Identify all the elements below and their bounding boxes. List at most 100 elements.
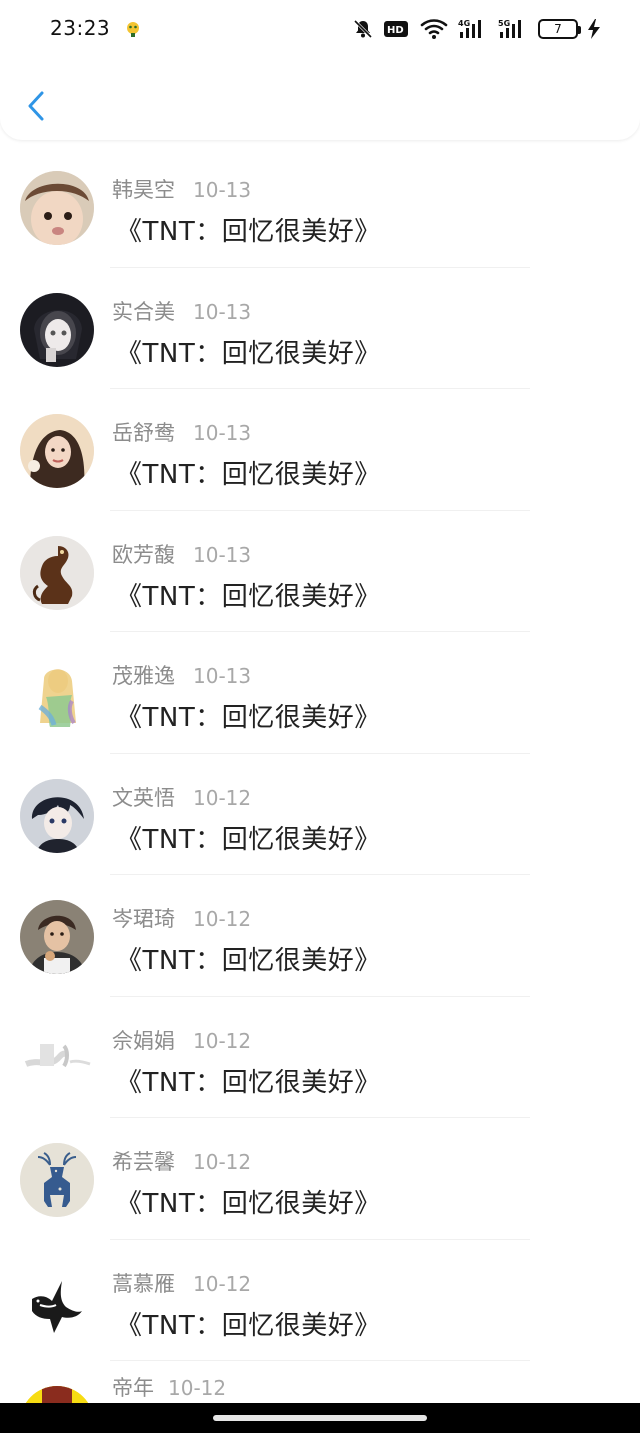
item-meta: 岳舒鸯 10-13 (112, 417, 251, 447)
signal-5g-icon: 5G (498, 19, 521, 38)
list-item[interactable]: 佘娟娟 10-12 《TNT：回忆很美好》 (0, 995, 640, 1118)
user-name[interactable]: 蒿慕雁 (112, 1268, 175, 1298)
boy-photo-avatar-icon (20, 900, 94, 974)
user-name[interactable]: 韩昊空 (112, 174, 175, 204)
item-meta: 岑珺琦 10-12 (112, 903, 251, 933)
item-title[interactable]: 《TNT：回忆很美好》 (116, 940, 381, 977)
avatar[interactable] (20, 900, 94, 974)
list-item[interactable]: 文英悟 10-12 《TNT：回忆很美好》 (0, 752, 640, 875)
svg-text:4G: 4G (458, 19, 470, 28)
header: 23:23 HD 4G 5G 7 (0, 0, 640, 140)
back-button[interactable] (20, 86, 52, 126)
status-bar: 23:23 HD 4G 5G 7 (0, 0, 640, 56)
list-item[interactable]: 实合美 10-13 《TNT：回忆很美好》 (0, 266, 640, 389)
item-date: 10-12 (193, 1028, 252, 1053)
item-meta: 佘娟娟 10-12 (112, 1025, 251, 1055)
item-meta: 实合美 10-13 (112, 296, 251, 326)
divider (110, 1117, 530, 1118)
user-name[interactable]: 实合美 (112, 296, 175, 326)
item-date: 10-13 (193, 178, 252, 202)
swallow-avatar-icon (20, 1264, 94, 1339)
charging-icon (588, 19, 600, 39)
user-name[interactable]: 帝年 (112, 1372, 154, 1402)
avatar[interactable] (20, 171, 94, 245)
item-title[interactable]: 《TNT：回忆很美好》 (116, 1305, 381, 1342)
battery-icon: 7 (538, 19, 581, 39)
divider (110, 995, 530, 997)
item-meta: 欧芳馥 10-13 (112, 539, 251, 569)
message-list: 韩昊空 10-13 《TNT：回忆很美好》 实合美 10-13 《TNT：回忆很… (0, 145, 640, 1433)
item-title[interactable]: 《TNT：回忆很美好》 (116, 454, 381, 491)
item-date: 10-12 (193, 1150, 252, 1174)
anime-girl-avatar-icon (20, 292, 94, 367)
user-name[interactable]: 茂雅逸 (112, 660, 175, 690)
list-item[interactable]: 希芸馨 10-12 《TNT：回忆很美好》 (0, 1117, 640, 1239)
list-item[interactable]: 欧芳馥 10-13 《TNT：回忆很美好》 (0, 509, 640, 632)
avatar[interactable] (20, 535, 94, 610)
status-icons: HD 4G 5G 7 (352, 16, 600, 42)
battery-level: 7 (554, 22, 562, 36)
avatar[interactable] (20, 414, 94, 488)
avatar[interactable] (20, 1021, 94, 1096)
chevron-left-icon (28, 91, 44, 121)
item-meta: 茂雅逸 10-13 (112, 660, 251, 690)
item-meta: 蒿慕雁 10-12 (112, 1268, 251, 1298)
divider (110, 266, 530, 268)
item-date: 10-13 (193, 299, 252, 324)
divider (110, 1238, 530, 1240)
screen: 23:23 HD 4G 5G 7 韩昊空 10-13 《TNT：回忆很美好》 实… (0, 0, 640, 1433)
avatar[interactable] (20, 1143, 94, 1217)
divider (110, 509, 530, 511)
user-name[interactable]: 岳舒鸯 (112, 417, 175, 447)
item-title[interactable]: 《TNT：回忆很美好》 (116, 819, 381, 856)
user-name[interactable]: 欧芳馥 (112, 539, 175, 569)
item-title[interactable]: 《TNT：回忆很美好》 (116, 697, 381, 734)
item-title[interactable]: 《TNT：回忆很美好》 (116, 1062, 381, 1099)
item-title[interactable]: 《TNT：回忆很美好》 (116, 576, 381, 613)
watercolor-girl-avatar-icon (20, 657, 94, 731)
deer-avatar-icon (20, 1143, 94, 1217)
app-notification-icon (127, 22, 139, 37)
divider (110, 631, 530, 632)
user-name[interactable]: 希芸馨 (112, 1146, 175, 1176)
girl-portrait-avatar-icon (20, 414, 94, 488)
item-title[interactable]: 《TNT：回忆很美好》 (116, 1183, 381, 1220)
svg-text:5G: 5G (498, 19, 510, 28)
item-title[interactable]: 《TNT：回忆很美好》 (116, 211, 381, 248)
list-item[interactable]: 茂雅逸 10-13 《TNT：回忆很美好》 (0, 631, 640, 753)
item-meta: 希芸馨 10-12 (112, 1146, 251, 1176)
list-item[interactable]: 韩昊空 10-13 《TNT：回忆很美好》 (0, 145, 640, 267)
user-name[interactable]: 佘娟娟 (112, 1025, 175, 1055)
avatar[interactable] (20, 778, 94, 853)
list-item[interactable]: 蒿慕雁 10-12 《TNT：回忆很美好》 (0, 1238, 640, 1361)
navigation-bar (0, 1403, 640, 1433)
divider (110, 388, 530, 389)
item-date: 10-12 (168, 1376, 227, 1400)
item-date: 10-13 (193, 421, 252, 445)
divider (110, 874, 530, 875)
item-date: 10-13 (193, 542, 252, 567)
status-time: 23:23 (50, 16, 111, 40)
mute-bell-icon (353, 19, 373, 39)
item-date: 10-12 (193, 907, 252, 931)
child-face-avatar-icon (20, 171, 94, 245)
avatar[interactable] (20, 1264, 94, 1339)
hd-icon: HD (384, 21, 408, 37)
item-date: 10-12 (193, 785, 252, 810)
statue-avatar-icon (20, 535, 94, 610)
item-meta: 文英悟 10-12 (112, 782, 251, 812)
item-date: 10-12 (193, 1271, 252, 1296)
divider (110, 752, 530, 754)
user-name[interactable]: 文英悟 (112, 782, 175, 812)
wifi-icon (420, 19, 448, 39)
list-item[interactable]: 岳舒鸯 10-13 《TNT：回忆很美好》 (0, 388, 640, 510)
avatar[interactable] (20, 292, 94, 367)
faded-sketch-avatar-icon (20, 1021, 94, 1096)
item-meta: 帝年 10-12 (112, 1372, 226, 1402)
avatar[interactable] (20, 657, 94, 731)
list-item[interactable]: 岑珺琦 10-12 《TNT：回忆很美好》 (0, 874, 640, 996)
item-title[interactable]: 《TNT：回忆很美好》 (116, 333, 381, 370)
home-indicator[interactable] (213, 1415, 427, 1421)
user-name[interactable]: 岑珺琦 (112, 903, 175, 933)
signal-4g-icon: 4G (458, 19, 481, 38)
